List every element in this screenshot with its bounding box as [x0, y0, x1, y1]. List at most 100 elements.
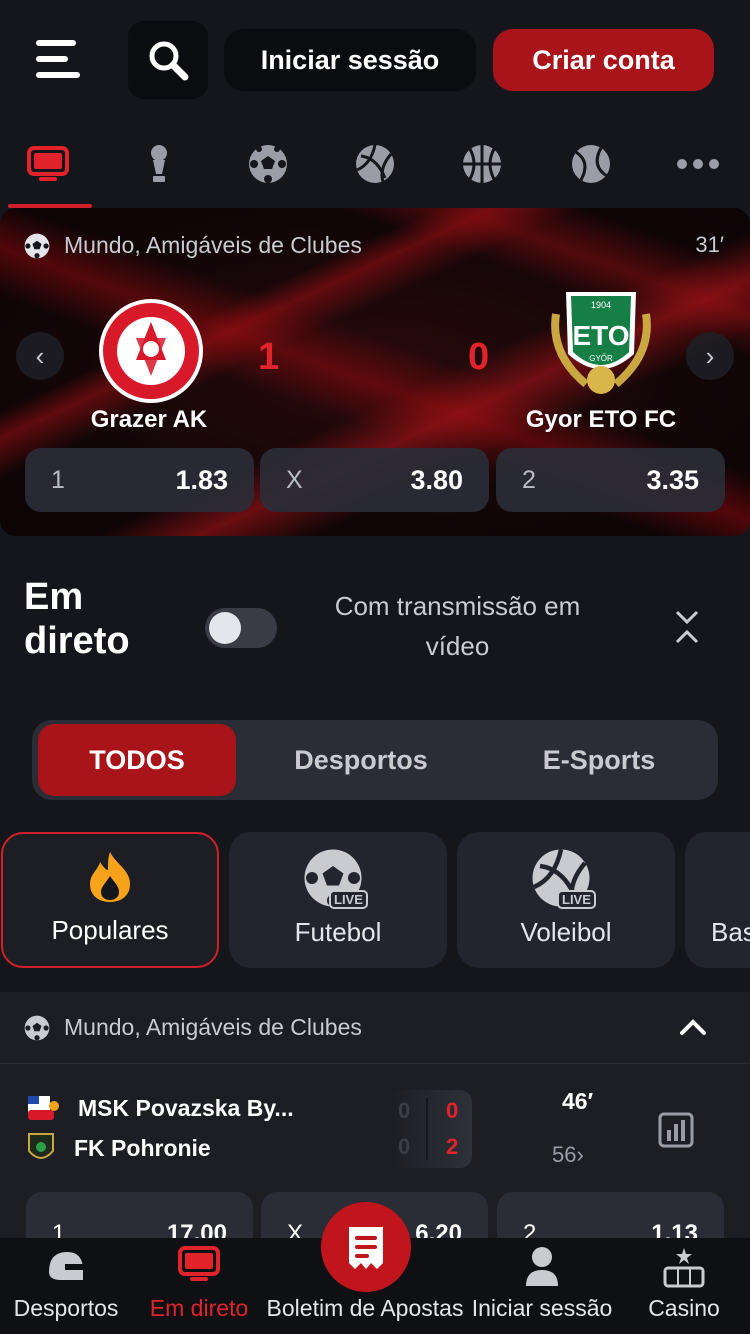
category-label: Bas [711, 917, 750, 947]
hamburger-menu-icon[interactable] [36, 40, 80, 78]
nav-label: Casino [648, 1295, 720, 1321]
trophy-icon [151, 145, 167, 182]
soccer-ball-icon [24, 1015, 50, 1040]
nav-sports[interactable]: Desportos [8, 1238, 124, 1334]
gyor-eto-logo: 1904 ETO GYŐR [546, 284, 656, 400]
tab-trophy[interactable] [115, 120, 203, 208]
video-stream-label: Com transmissão em vídeo [334, 591, 581, 661]
tab-football[interactable] [224, 120, 312, 208]
home-prev-score: 0 [398, 1098, 411, 1123]
nav-label: Iniciar sessão [471, 1295, 613, 1321]
odd-home-button[interactable]: 1 1.83 [25, 448, 254, 512]
nav-label: Desportos [13, 1295, 119, 1321]
away-team-name: FK Pohronie [74, 1134, 211, 1161]
soccer-live-icon: LIVE [303, 848, 373, 912]
logo-year: 1904 [590, 300, 612, 310]
sport-type-segmented-control: TODOS Desportos E-Sports [32, 720, 718, 800]
sport-tabs [0, 120, 750, 208]
user-icon [526, 1247, 558, 1286]
odd-label: 1 [51, 465, 65, 494]
category-football[interactable]: LIVE Futebol [229, 832, 447, 968]
match-score-box: 0 0 0 2 [392, 1090, 472, 1168]
match-minute: 46′ [562, 1088, 594, 1114]
odd-away-button[interactable]: 2 3.35 [496, 448, 725, 512]
chevron-right-icon: › [576, 1142, 584, 1167]
nav-label: Em direto [149, 1295, 249, 1321]
collapse-expand-icon[interactable] [672, 606, 702, 648]
nav-live[interactable]: Em direto [144, 1238, 254, 1334]
statistics-icon[interactable] [658, 1112, 694, 1148]
match-minute: 31′ [695, 232, 724, 257]
nav-casino[interactable]: Casino [636, 1238, 732, 1334]
match-home-team[interactable]: MSK Povazska By... [26, 1090, 294, 1126]
nav-betslip[interactable]: Boletim de Apostas [264, 1238, 466, 1334]
fire-icon [90, 852, 130, 902]
soccer-ball-icon [24, 233, 50, 258]
prev-match-button[interactable]: ‹ [16, 332, 64, 380]
logo-city: GYŐR [589, 354, 613, 363]
featured-league-name: Mundo, Amigáveis de Clubes [64, 232, 362, 258]
category-popular[interactable]: Populares [1, 832, 219, 968]
live-badge: LIVE [329, 890, 368, 909]
login-button[interactable]: Iniciar sessão [224, 29, 476, 91]
category-label: Futebol [294, 917, 382, 947]
live-tv-icon [178, 1246, 220, 1281]
odd-value: 3.80 [410, 464, 463, 495]
chevron-left-icon: ‹ [35, 340, 45, 371]
live-section-title: Em direto [24, 576, 130, 662]
more-markets-count: 56 [552, 1142, 577, 1167]
league-header[interactable]: Mundo, Amigáveis de Clubes [0, 992, 750, 1064]
odd-label: 2 [522, 465, 536, 494]
match-away-team[interactable]: FK Pohronie [26, 1130, 211, 1166]
odd-draw-button[interactable]: X 3.80 [260, 448, 489, 512]
odd-label: X [286, 465, 303, 494]
logo-text: ETO [572, 320, 630, 351]
tab-volleyball[interactable] [331, 120, 419, 208]
basketball-icon [463, 145, 501, 183]
chevron-up-icon[interactable] [680, 1018, 706, 1036]
live-badge: LIVE [557, 890, 596, 909]
home-score: 1 [258, 336, 280, 378]
home-team-name: Grazer AK [90, 406, 208, 433]
msk-logo-icon [28, 1096, 59, 1120]
tennis-ball-icon [572, 145, 610, 183]
away-score: 2 [446, 1134, 459, 1159]
slot-machine-icon [663, 1248, 705, 1288]
helmet-icon [49, 1252, 87, 1280]
volleyball-icon [356, 144, 394, 183]
tab-more[interactable] [654, 120, 742, 208]
tab-live[interactable] [4, 120, 92, 208]
odd-value: 1.83 [175, 464, 228, 495]
live-tv-icon [27, 146, 69, 181]
category-label: Voleibol [520, 917, 612, 947]
toggle-knob [209, 612, 241, 644]
video-stream-toggle[interactable] [205, 608, 277, 648]
home-score: 0 [446, 1098, 459, 1123]
away-score: 0 [468, 336, 490, 378]
search-icon [149, 41, 189, 81]
register-button[interactable]: Criar conta [493, 29, 714, 91]
soccer-ball-icon [249, 145, 287, 183]
away-prev-score: 0 [398, 1134, 411, 1159]
search-button[interactable] [128, 21, 208, 99]
more-markets-link[interactable]: 56› [552, 1142, 584, 1168]
header: Iniciar sessão Criar conta [0, 0, 750, 120]
category-volleyball[interactable]: LIVE Voleibol [457, 832, 675, 968]
grazer-ak-logo [99, 299, 203, 403]
segment-sports[interactable]: Desportos [256, 724, 466, 796]
tab-basketball[interactable] [438, 120, 526, 208]
league-name: Mundo, Amigáveis de Clubes [64, 1014, 362, 1040]
home-team-name: MSK Povazska By... [78, 1094, 294, 1121]
more-dots-icon [677, 159, 719, 169]
featured-league: Mundo, Amigáveis de Clubes [24, 232, 362, 259]
chevron-right-icon: › [705, 340, 715, 371]
segment-esports[interactable]: E-Sports [492, 724, 706, 796]
featured-match-card[interactable]: Mundo, Amigáveis de Clubes 31′ ‹ › Graze… [0, 208, 750, 536]
nav-label: Boletim de Apostas [266, 1295, 464, 1321]
tab-tennis[interactable] [547, 120, 635, 208]
nav-login[interactable]: Iniciar sessão [466, 1238, 618, 1334]
next-match-button[interactable]: › [686, 332, 734, 380]
category-basketball[interactable]: Bas [685, 832, 750, 968]
segment-all[interactable]: TODOS [38, 724, 236, 796]
pohronie-logo-icon [28, 1133, 54, 1159]
